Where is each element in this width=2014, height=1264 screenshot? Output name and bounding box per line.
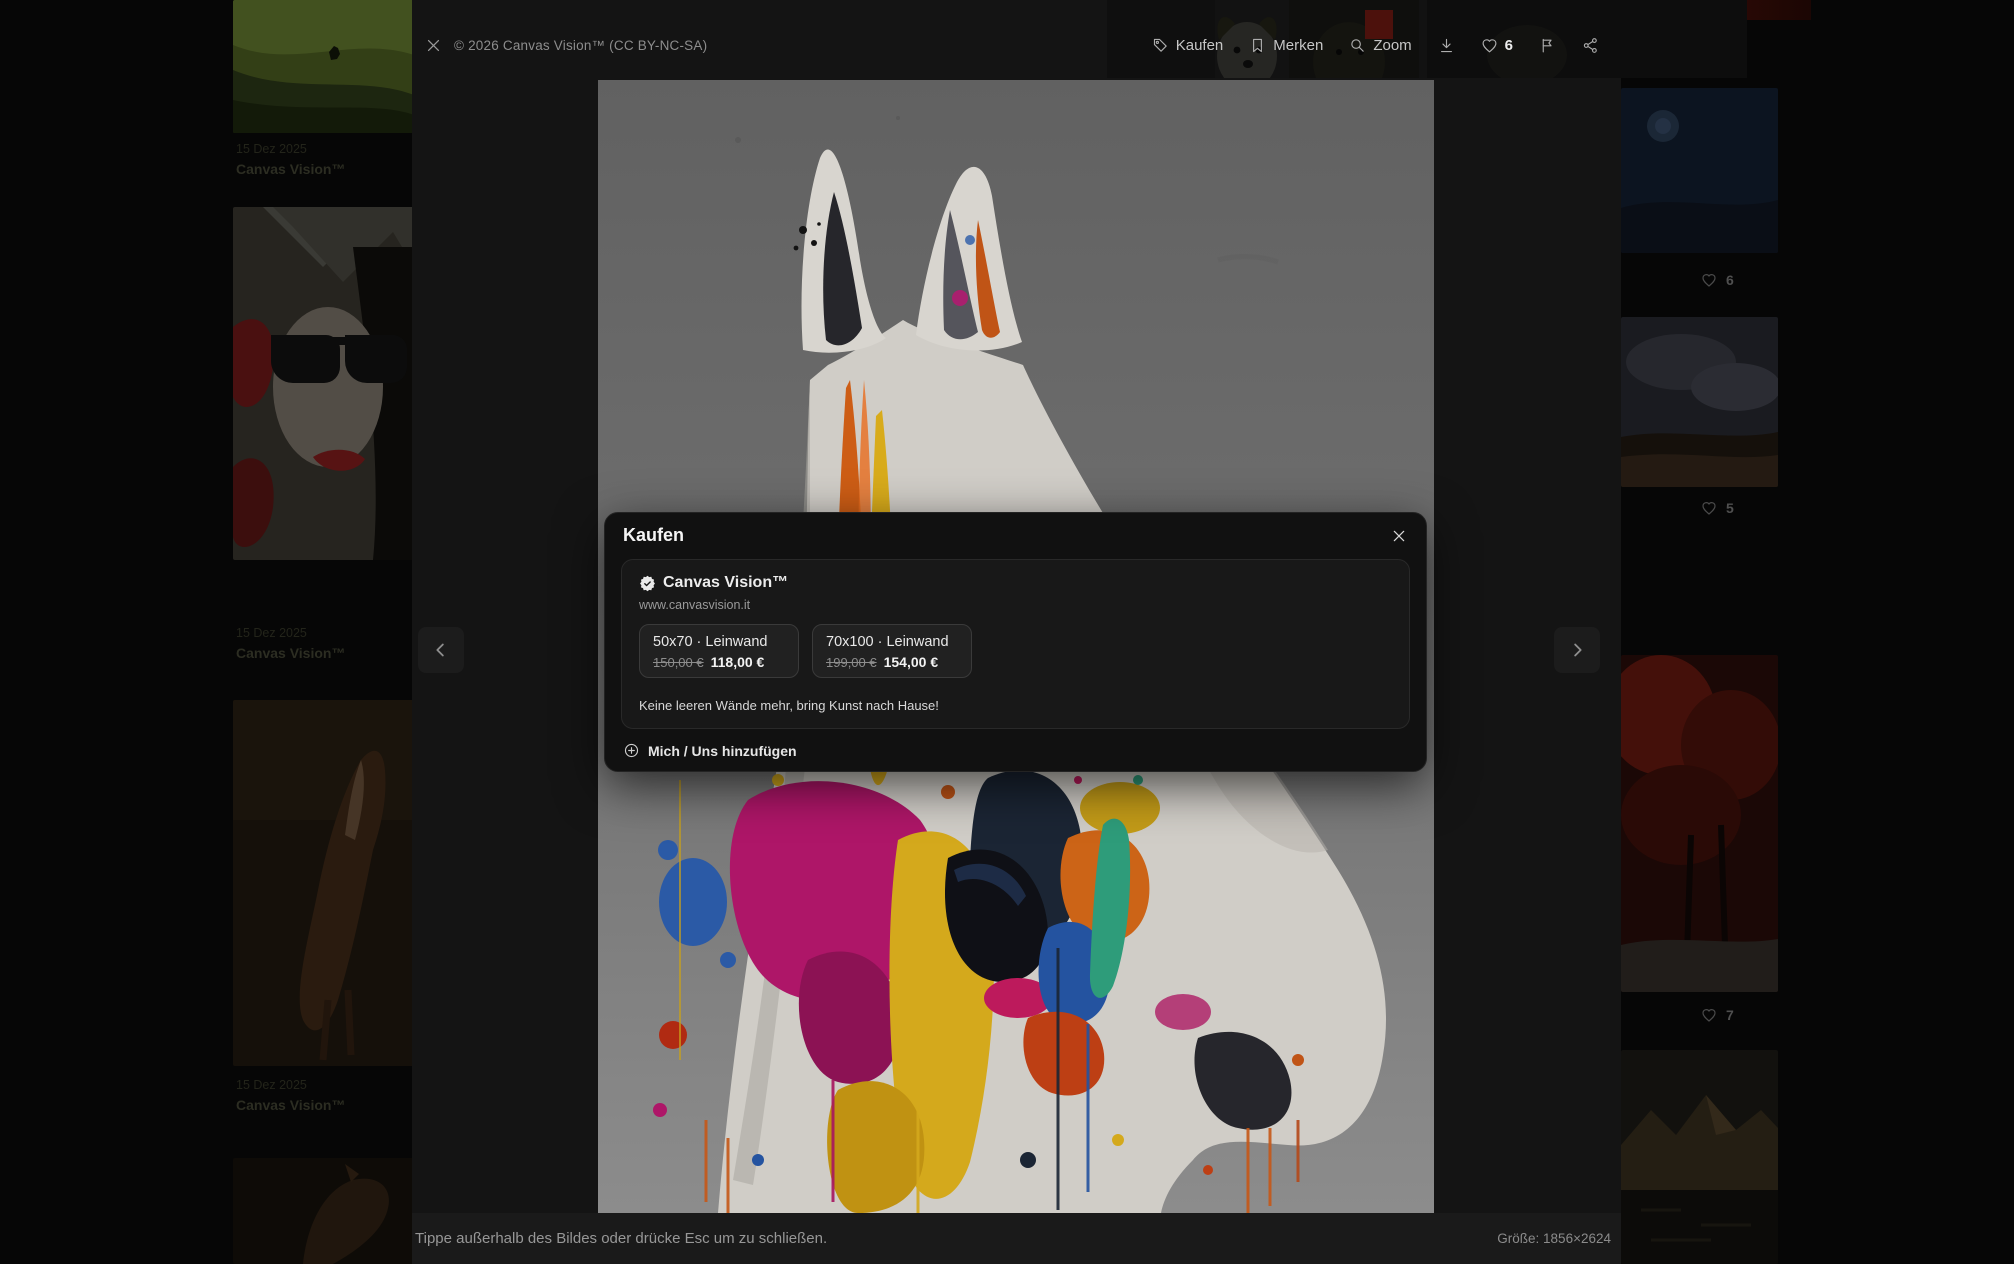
night-thumb-art bbox=[1621, 88, 1778, 253]
gallery-thumb-running-horse bbox=[233, 700, 414, 1066]
heart-icon bbox=[1481, 37, 1498, 54]
add-me-us-button[interactable]: Mich / Uns hinzufügen bbox=[623, 742, 797, 759]
dialog-title: Kaufen bbox=[623, 525, 684, 546]
zoom-button[interactable]: Zoom bbox=[1349, 37, 1411, 54]
offer-label: 70x100 · Leinwand bbox=[826, 634, 958, 650]
gallery-thumb-autumn bbox=[1621, 655, 1778, 992]
offers-row: 50x70 · Leinwand 150,00 € 118,00 € 70x10… bbox=[639, 624, 972, 678]
buy-label: Kaufen bbox=[1176, 37, 1224, 54]
seller-url: www.canvasvision.it bbox=[639, 598, 750, 612]
autumn-thumb-art bbox=[1621, 655, 1778, 992]
close-hint-text: Tippe außerhalb des Bildes oder drücke E… bbox=[412, 1230, 827, 1247]
close-lightbox-button[interactable] bbox=[418, 30, 448, 60]
popart-thumb-art bbox=[233, 207, 414, 560]
like-button[interactable]: 6 bbox=[1481, 37, 1513, 54]
topbar-actions: Kaufen Merken Zoom 6 bbox=[1152, 0, 1599, 90]
dialog-close-button[interactable] bbox=[1386, 523, 1412, 549]
seller-tagline: Keine leeren Wände mehr, bring Kunst nac… bbox=[639, 698, 939, 713]
offer-button-50x70[interactable]: 50x70 · Leinwand 150,00 € 118,00 € bbox=[639, 624, 799, 678]
offer-old-price: 150,00 € bbox=[653, 655, 704, 670]
next-image-button[interactable] bbox=[1554, 627, 1600, 673]
caption-author: Canvas Vision™ bbox=[236, 159, 408, 180]
magnifier-icon bbox=[1349, 37, 1366, 54]
plus-circle-icon bbox=[623, 742, 640, 759]
caption-author: Canvas Vision™ bbox=[236, 1095, 408, 1116]
heart-icon bbox=[1701, 272, 1717, 288]
close-icon bbox=[1391, 528, 1407, 544]
like-count: 7 bbox=[1726, 1007, 1734, 1023]
gallery-thumb-night bbox=[1621, 88, 1778, 253]
copyright-text: © 2026 Canvas Vision™ (CC BY-NC-SA) bbox=[454, 38, 707, 53]
caption-date: 15 Dez 2025 bbox=[236, 624, 408, 643]
buy-dialog: Kaufen Canvas Vision™ www.canvasvision.i… bbox=[604, 512, 1427, 772]
zoom-label: Zoom bbox=[1373, 37, 1411, 54]
seller-row[interactable]: Canvas Vision™ bbox=[639, 574, 788, 592]
flag-icon bbox=[1539, 37, 1556, 54]
offer-price: 118,00 € bbox=[711, 654, 765, 670]
download-button[interactable] bbox=[1438, 37, 1455, 54]
caption-author: Canvas Vision™ bbox=[236, 643, 408, 664]
report-button[interactable] bbox=[1539, 37, 1556, 54]
gallery-thumb-landscape bbox=[233, 0, 414, 133]
caption-date: 15 Dez 2025 bbox=[236, 1076, 408, 1095]
offer-prices: 199,00 € 154,00 € bbox=[826, 654, 958, 670]
bookmark-label: Merken bbox=[1273, 37, 1323, 54]
heart-icon bbox=[1701, 500, 1717, 516]
lightbox-page: 15 Dez 2025 Canvas Vision™ 15 Dez 2025 C… bbox=[0, 0, 2014, 1264]
tag-icon bbox=[1152, 37, 1169, 54]
gallery-thumb-horse-head bbox=[233, 1158, 414, 1264]
horse-thumb-art bbox=[233, 700, 414, 1066]
offer-old-price: 199,00 € bbox=[826, 655, 877, 670]
landscape-thumb-art bbox=[233, 0, 414, 133]
offer-prices: 150,00 € 118,00 € bbox=[653, 654, 785, 670]
gallery-thumb-popart-woman bbox=[233, 207, 414, 560]
like-count: 5 bbox=[1726, 500, 1734, 516]
like-badge: 7 bbox=[1701, 1007, 1734, 1023]
topbar-left: © 2026 Canvas Vision™ (CC BY-NC-SA) bbox=[412, 0, 707, 90]
close-icon bbox=[425, 37, 442, 54]
verified-badge-icon bbox=[639, 575, 656, 592]
gallery-thumb-rocks bbox=[1621, 1050, 1778, 1264]
chevron-left-icon bbox=[430, 639, 452, 661]
lightbox-footer: Tippe außerhalb des Bildes oder drücke E… bbox=[412, 1213, 1621, 1264]
like-badge: 5 bbox=[1701, 500, 1734, 516]
offer-button-70x100[interactable]: 70x100 · Leinwand 199,00 € 154,00 € bbox=[812, 624, 972, 678]
share-icon bbox=[1582, 37, 1599, 54]
add-label: Mich / Uns hinzufügen bbox=[648, 743, 797, 759]
like-count: 6 bbox=[1505, 37, 1513, 54]
bookmark-icon bbox=[1249, 37, 1266, 54]
seller-offer-card: Canvas Vision™ www.canvasvision.it 50x70… bbox=[621, 559, 1410, 729]
clouds-thumb-art bbox=[1621, 317, 1778, 487]
download-icon bbox=[1438, 37, 1455, 54]
lightbox-topbar: © 2026 Canvas Vision™ (CC BY-NC-SA) Kauf… bbox=[412, 0, 1621, 90]
seller-name: Canvas Vision™ bbox=[663, 574, 788, 592]
gallery-thumb-clouds bbox=[1621, 317, 1778, 487]
chevron-right-icon bbox=[1566, 639, 1588, 661]
horse-head-thumb-art bbox=[233, 1158, 414, 1264]
gallery-caption: 15 Dez 2025 Canvas Vision™ bbox=[236, 624, 408, 664]
offer-label: 50x70 · Leinwand bbox=[653, 634, 785, 650]
share-button[interactable] bbox=[1582, 37, 1599, 54]
gallery-caption: 15 Dez 2025 Canvas Vision™ bbox=[236, 140, 408, 180]
offer-price: 154,00 € bbox=[884, 654, 939, 670]
bookmark-button[interactable]: Merken bbox=[1249, 37, 1323, 54]
heart-icon bbox=[1701, 1007, 1717, 1023]
buy-button[interactable]: Kaufen bbox=[1152, 37, 1224, 54]
previous-image-button[interactable] bbox=[418, 627, 464, 673]
caption-date: 15 Dez 2025 bbox=[236, 140, 408, 159]
like-badge: 6 bbox=[1701, 272, 1734, 288]
image-size-label: Größe: 1856×2624 bbox=[1497, 1231, 1621, 1246]
like-count: 6 bbox=[1726, 272, 1734, 288]
gallery-caption: 15 Dez 2025 Canvas Vision™ bbox=[236, 1076, 408, 1116]
rocks-thumb-art bbox=[1621, 1050, 1778, 1264]
